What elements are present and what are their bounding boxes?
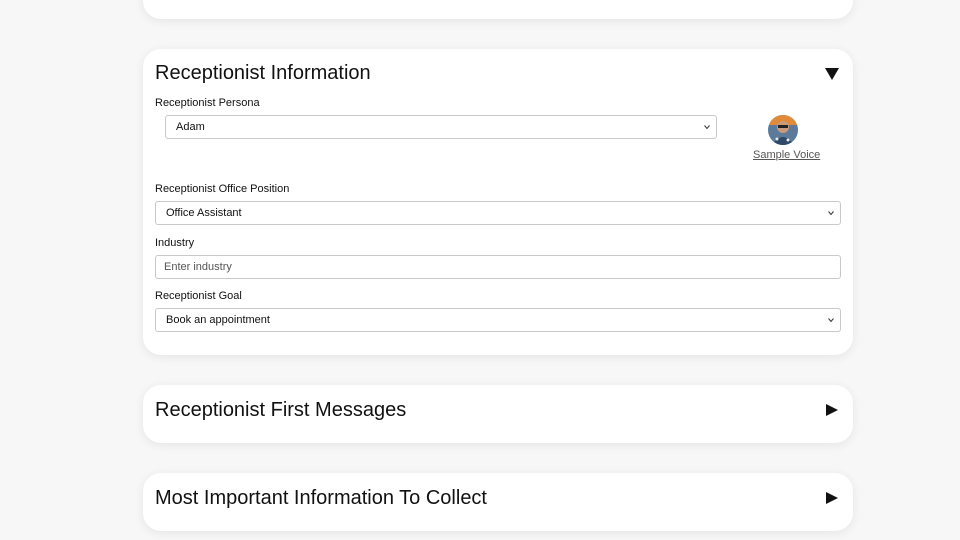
office-position-select[interactable]: Office Assistant (155, 201, 841, 225)
avatar-icon (768, 115, 798, 145)
persona-select-value: Adam (176, 121, 205, 133)
chevron-down-icon (704, 125, 710, 130)
chevron-down-icon (828, 318, 834, 323)
sample-voice-link[interactable]: Sample Voice (753, 149, 820, 161)
goal-label: Receptionist Goal (155, 290, 242, 302)
industry-input-placeholder: Enter industry (164, 261, 232, 273)
triangle-right-icon[interactable] (824, 402, 840, 418)
office-position-select-value: Office Assistant (166, 207, 242, 219)
industry-input[interactable]: Enter industry (155, 255, 841, 279)
previous-section-card (143, 0, 853, 19)
most-important-information-card[interactable]: Most Important Information To Collect (143, 473, 853, 531)
office-position-label: Receptionist Office Position (155, 183, 290, 195)
chevron-down-icon (828, 211, 834, 216)
goal-select[interactable]: Book an appointment (155, 308, 841, 332)
triangle-right-icon[interactable] (824, 490, 840, 506)
receptionist-information-card: Receptionist Information Receptionist Pe… (143, 49, 853, 355)
goal-select-value: Book an appointment (166, 314, 270, 326)
industry-label: Industry (155, 237, 195, 249)
persona-avatar[interactable] (768, 115, 798, 145)
triangle-down-icon[interactable] (824, 66, 840, 82)
section-title-first-messages: Receptionist First Messages (155, 399, 407, 421)
persona-label: Receptionist Persona (155, 97, 260, 109)
section-title-important-information: Most Important Information To Collect (155, 487, 487, 509)
receptionist-first-messages-card[interactable]: Receptionist First Messages (143, 385, 853, 443)
persona-select[interactable]: Adam (165, 115, 717, 139)
section-title-receptionist-information: Receptionist Information (155, 62, 371, 84)
